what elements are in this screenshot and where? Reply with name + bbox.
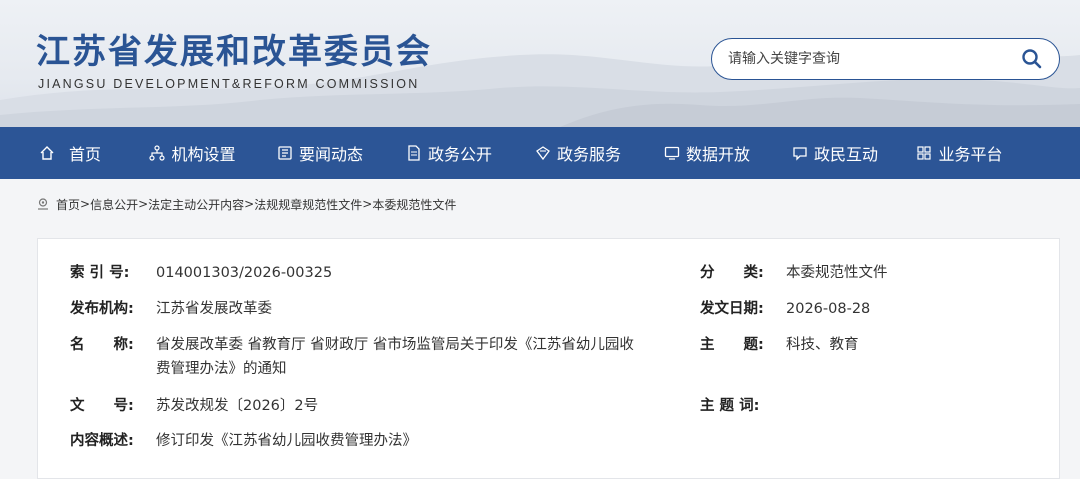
nav-label: 业务平台 (938, 145, 1003, 164)
breadcrumb-separator: > (244, 197, 255, 211)
nav-label: 数据开放 (685, 145, 750, 164)
meta-index-value: 014001303/2026-00325 (156, 265, 333, 281)
meta-summary-label: 内容概述: (70, 433, 134, 449)
meta-summary-value: 修订印发《江苏省幼儿园收费管理办法》 (156, 433, 417, 449)
search-box (711, 38, 1060, 80)
nav-label: 政务公开 (427, 145, 492, 164)
nav-item-home[interactable]: 首页 (0, 127, 130, 179)
breadcrumb-statutory[interactable]: 法定主动公开内容 (148, 196, 244, 213)
meta-category-value: 本委规范性文件 (786, 265, 888, 281)
meta-index-row: 索 引 号: 014001303/2026-00325 (70, 261, 332, 285)
nav-item-data-open[interactable]: 数据开放 (643, 127, 771, 179)
org-chart-icon (149, 145, 166, 161)
document-icon (408, 145, 420, 161)
meta-name-row: 名 称: 省发展改革委 省教育厅 省财政厅 省市场监管局关于印发《江苏省幼儿园收… (70, 333, 676, 381)
breadcrumb-regulations[interactable]: 法规规章规范性文件 (254, 196, 362, 213)
meta-summary-row: 内容概述: 修订印发《江苏省幼儿园收费管理办法》 (70, 429, 417, 453)
nav-item-news[interactable]: 要闻动态 (255, 127, 385, 179)
meta-docno-value: 苏发改规发〔2026〕2号 (156, 398, 319, 414)
nav-item-gov-service[interactable]: 政务服务 (513, 127, 643, 179)
site-header: 江苏省发展和改革委员会 JIANGSU DEVELOPMENT&REFORM C… (0, 0, 1080, 127)
service-icon (536, 146, 550, 161)
meta-topic-label: 主 题: (700, 337, 764, 353)
nav-item-platform[interactable]: 业务平台 (899, 127, 1020, 179)
meta-category-row: 分 类: 本委规范性文件 (700, 261, 888, 285)
breadcrumb-separator: > (362, 197, 373, 211)
meta-name-line1: 省发展改革委 省教育厅 省财政厅 省市场监管局关于印发《江苏省幼儿园收 (156, 337, 634, 353)
nav-label: 首页 (68, 145, 101, 164)
meta-docno-row: 文 号: 苏发改规发〔2026〕2号 (70, 394, 318, 418)
document-meta-card: 索 引 号: 014001303/2026-00325 分 类: 本委规范性文件… (37, 238, 1060, 479)
meta-keywords-row: 主 题 词: (700, 394, 786, 418)
nav-label: 要闻动态 (298, 145, 363, 164)
nav-item-org[interactable]: 机构设置 (130, 127, 255, 179)
breadcrumb-info-open[interactable]: 信息公开 (90, 196, 138, 213)
nav-label: 机构设置 (171, 145, 236, 164)
meta-docno-label: 文 号: (70, 398, 134, 414)
nav-item-interaction[interactable]: 政民互动 (771, 127, 899, 179)
meta-name-line2: 费管理办法》的通知 (156, 361, 287, 377)
meta-date-value: 2026-08-28 (786, 301, 871, 317)
breadcrumb-home[interactable]: 首页 (56, 196, 80, 213)
site-title[interactable]: 江苏省发展和改革委员会 (36, 24, 432, 73)
nav-label: 政务服务 (556, 145, 621, 164)
nav-label: 政民互动 (813, 145, 878, 164)
meta-keywords-label: 主 题 词: (700, 398, 760, 414)
breadcrumb-separator: > (80, 197, 91, 211)
meta-date-row: 发文日期: 2026-08-28 (700, 297, 870, 321)
breadcrumb-current[interactable]: 本委规范性文件 (372, 196, 456, 213)
meta-date-label: 发文日期: (700, 301, 764, 317)
grid-icon (917, 146, 932, 160)
meta-name-label: 名 称: (70, 337, 134, 353)
breadcrumb: 首页 > 信息公开 > 法定主动公开内容 > 法规规章规范性文件 > 本委规范性文件 (0, 179, 1080, 229)
home-icon (40, 146, 54, 160)
nav-item-gov-open[interactable]: 政务公开 (385, 127, 513, 179)
meta-publisher-label: 发布机构: (70, 301, 134, 317)
site-subtitle: JIANGSU DEVELOPMENT&REFORM COMMISSION (38, 77, 420, 91)
main-nav: 首页 机构设置 要闻动态 政务公开 政务服务 数据开放 政民互动 业务平台 (0, 127, 1080, 179)
news-icon (278, 146, 292, 160)
search-icon[interactable] (1021, 48, 1043, 70)
meta-publisher-value: 江苏省发展改革委 (156, 301, 272, 317)
meta-index-label: 索 引 号: (70, 265, 130, 281)
breadcrumb-separator: > (138, 197, 149, 211)
meta-topic-value: 科技、教育 (786, 337, 859, 353)
monitor-icon (664, 146, 680, 160)
meta-publisher-row: 发布机构: 江苏省发展改革委 (70, 297, 272, 321)
meta-name-value: 省发展改革委 省教育厅 省财政厅 省市场监管局关于印发《江苏省幼儿园收 费管理办… (156, 333, 676, 381)
meta-category-label: 分 类: (700, 265, 764, 281)
location-icon (38, 198, 48, 210)
chat-icon (793, 147, 807, 161)
search-input[interactable] (728, 51, 1008, 67)
meta-topic-row: 主 题: 科技、教育 (700, 333, 859, 357)
